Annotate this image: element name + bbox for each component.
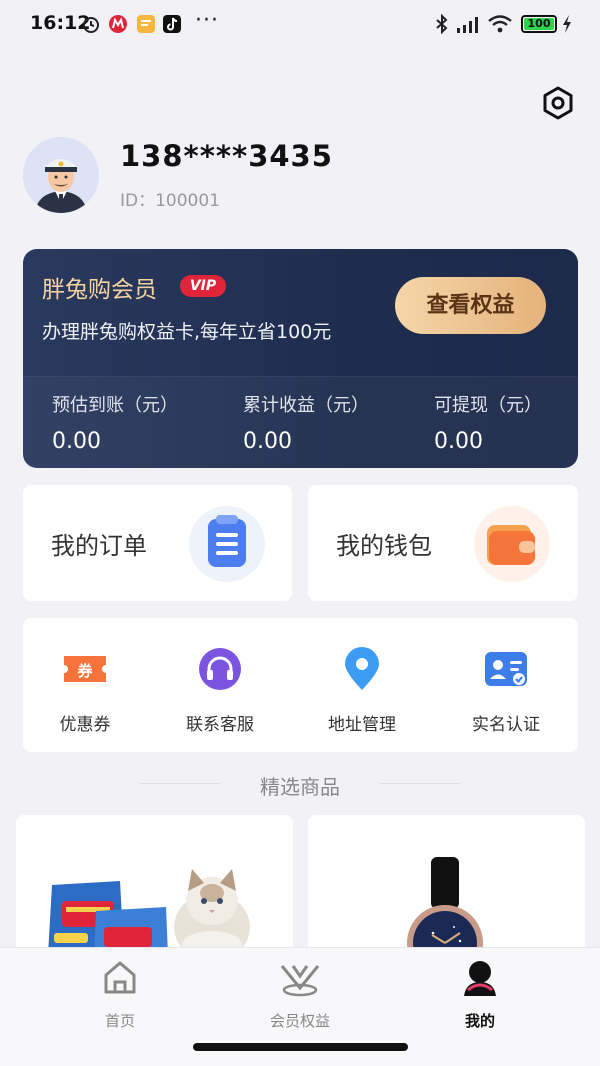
stat-label: 预估到账（元）: [52, 395, 178, 416]
user-id-value: 100001: [155, 191, 221, 211]
order-list-icon: [189, 506, 265, 582]
alarm-icon: [83, 17, 99, 33]
stat-estimated[interactable]: 预估到账（元） 0.00: [52, 391, 178, 454]
nav-label: 会员权益: [269, 1012, 330, 1030]
wifi-icon: [488, 15, 512, 33]
stat-withdrawable[interactable]: 可提现（元） 0.00: [434, 391, 542, 454]
charging-icon: [563, 15, 571, 33]
cat-food-product: [16, 815, 293, 955]
product-card[interactable]: [16, 815, 293, 955]
location-pin-icon: [345, 647, 379, 690]
tool-address[interactable]: 地址管理: [302, 646, 422, 735]
battery-level: 100: [524, 18, 554, 30]
member-benefits-icon: [280, 965, 320, 997]
profile-icon: [464, 961, 496, 996]
status-bar: 16:12 ··· 100: [0, 0, 600, 50]
headset-icon: [199, 648, 241, 690]
stat-value: 0.00: [52, 429, 101, 454]
section-divider-right: [380, 783, 460, 784]
tool-label: 联系客服: [186, 715, 254, 735]
tiktok-icon: [163, 15, 181, 33]
tool-label: 地址管理: [328, 715, 396, 735]
vip-stats: 预估到账（元） 0.00 累计收益（元） 0.00 可提现（元） 0.00: [23, 376, 578, 468]
vip-title: 胖兔购会员: [42, 277, 157, 303]
captain-avatar: [23, 137, 99, 213]
nav-member-benefits[interactable]: 会员权益: [240, 958, 360, 1031]
nav-home[interactable]: 首页: [60, 958, 180, 1031]
tool-label: 实名认证: [472, 715, 540, 735]
tool-coupon[interactable]: 券 优惠券: [25, 646, 145, 735]
stat-label: 可提现（元）: [434, 395, 542, 416]
tool-verification[interactable]: 实名认证: [446, 646, 566, 735]
signal-icon: [457, 17, 478, 33]
watch-product: [308, 815, 585, 955]
tool-customer-service[interactable]: 联系客服: [160, 646, 280, 735]
home-icon: [104, 961, 136, 994]
settings-hexagon-icon[interactable]: [541, 86, 575, 120]
tools-panel: 券 优惠券 联系客服 地址管理 实名认证: [23, 618, 578, 752]
avatar[interactable]: [23, 137, 99, 213]
stat-cumulative[interactable]: 累计收益（元） 0.00: [243, 391, 369, 454]
product-card[interactable]: [308, 815, 585, 955]
wallet-icon: [474, 506, 550, 582]
id-card-icon: [485, 652, 527, 686]
coupon-icon: 券: [64, 656, 106, 682]
section-title: 精选商品: [260, 775, 340, 799]
my-wallet-card[interactable]: 我的钱包: [308, 485, 578, 601]
notes-icon: [137, 15, 155, 33]
nav-label: 我的: [464, 1012, 495, 1030]
my-wallet-label: 我的钱包: [336, 532, 432, 560]
svg-text:券: 券: [77, 662, 93, 680]
my-orders-label: 我的订单: [51, 532, 147, 560]
vip-card: 胖兔购会员 VIP 办理胖兔购权益卡,每年立省100元 查看权益 预估到账（元）…: [23, 249, 578, 468]
battery-indicator: 100: [521, 15, 557, 33]
status-more-dots: ···: [195, 8, 219, 33]
user-id-label: ID：: [120, 191, 156, 211]
user-id: ID：100001: [120, 186, 220, 211]
metro-icon: [109, 15, 127, 33]
tool-label: 优惠券: [59, 715, 111, 735]
stat-value: 0.00: [434, 429, 483, 454]
vip-header: 胖兔购会员 VIP 办理胖兔购权益卡,每年立省100元 查看权益: [23, 249, 578, 376]
my-orders-card[interactable]: 我的订单: [23, 485, 292, 601]
vip-subtitle: 办理胖兔购权益卡,每年立省100元: [42, 321, 332, 343]
stat-label: 累计收益（元）: [243, 395, 369, 416]
vip-badge: VIP: [180, 275, 226, 297]
home-indicator[interactable]: [193, 1043, 408, 1051]
bluetooth-icon: [436, 14, 448, 34]
nav-profile[interactable]: 我的: [420, 958, 540, 1031]
user-phone: 138****3435: [120, 139, 333, 173]
stat-value: 0.00: [243, 429, 292, 454]
nav-label: 首页: [104, 1012, 135, 1030]
view-benefits-button[interactable]: 查看权益: [395, 277, 546, 334]
